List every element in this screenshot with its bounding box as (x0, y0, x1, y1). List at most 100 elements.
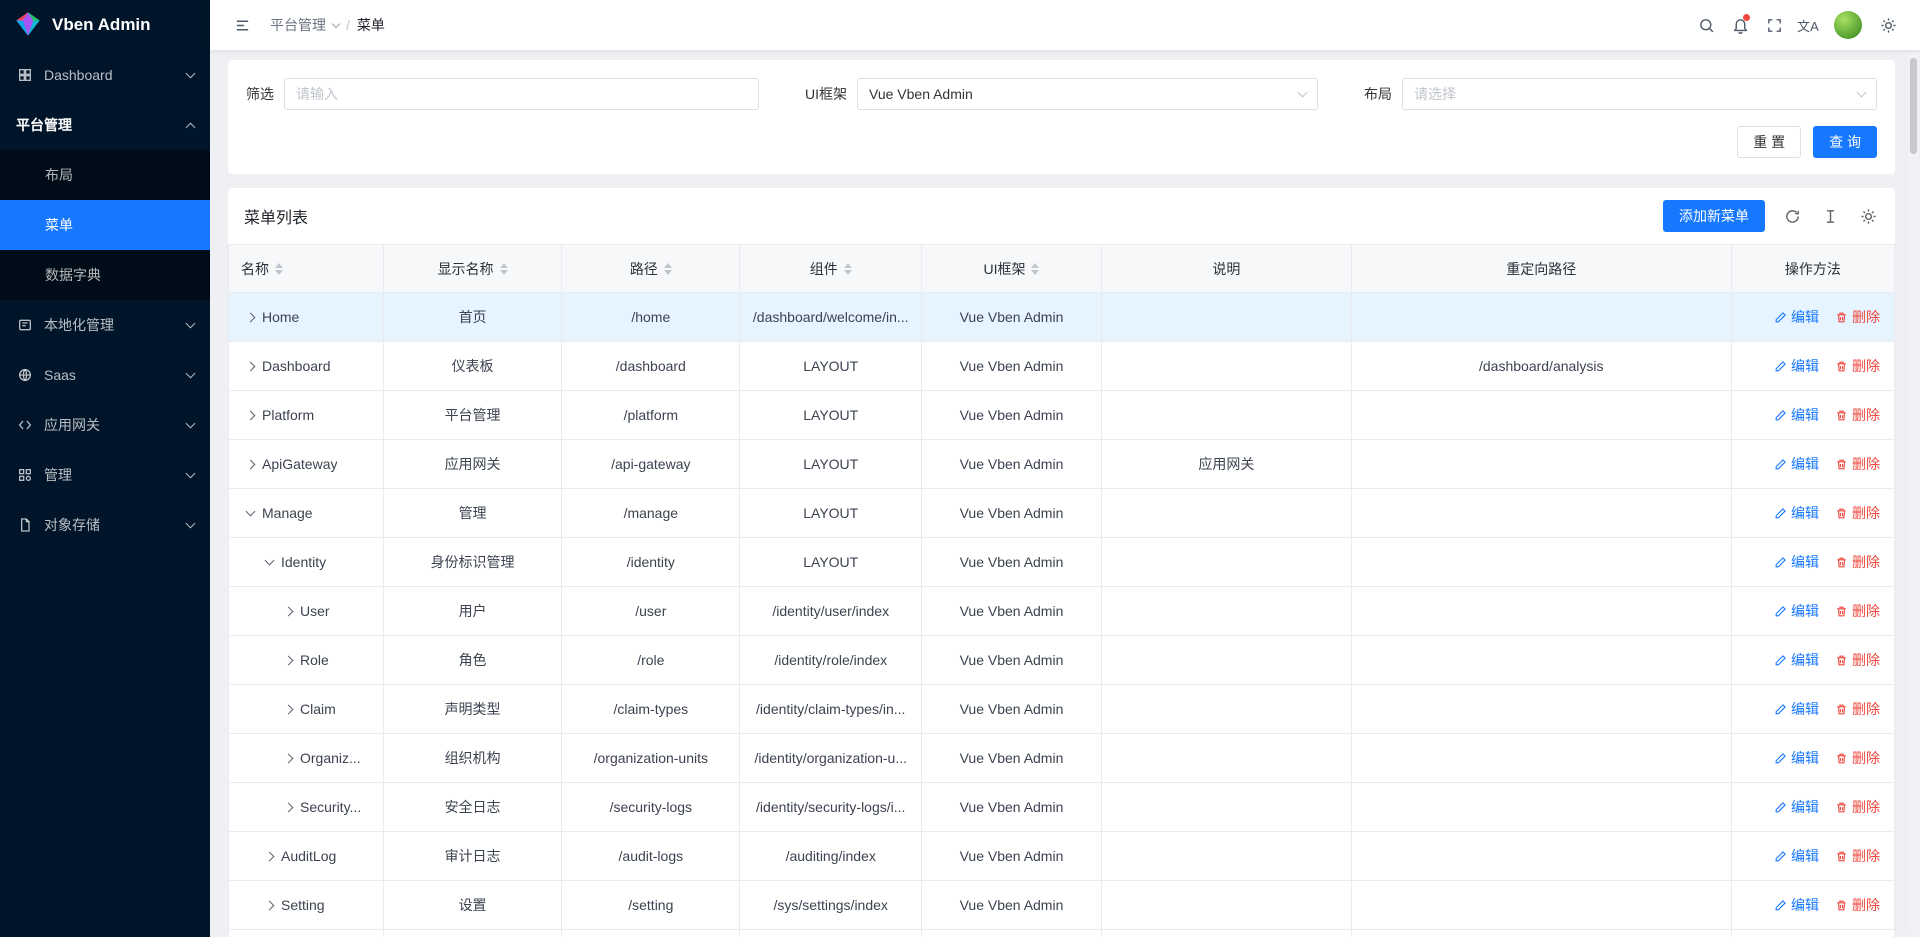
sidebar-item-localization[interactable]: 本地化管理 (0, 300, 210, 350)
table-row[interactable]: Manage管理/manageLAYOUTVue Vben Admin编辑删除 (229, 489, 1895, 538)
table-row[interactable]: Organiz...组织机构/organization-units/identi… (229, 734, 1895, 783)
delete-button[interactable]: 删除 (1835, 307, 1880, 327)
delete-button[interactable]: 删除 (1835, 454, 1880, 474)
expand-row-icon[interactable] (246, 410, 256, 420)
column-header-description: 说明 (1101, 245, 1351, 293)
table-row[interactable]: Claim声明类型/claim-types/identity/claim-typ… (229, 685, 1895, 734)
cell-redirect (1351, 881, 1731, 930)
delete-button[interactable]: 删除 (1835, 405, 1880, 425)
sort-icon[interactable] (664, 263, 672, 275)
edit-button[interactable]: 编辑 (1774, 503, 1819, 523)
expand-row-icon[interactable] (284, 802, 294, 812)
sidebar-item-layout[interactable]: 布局 (0, 150, 210, 200)
edit-button[interactable]: 编辑 (1774, 307, 1819, 327)
delete-button[interactable]: 删除 (1835, 797, 1880, 817)
table-row[interactable]: ApiGateway应用网关/api-gatewayLAYOUTVue Vben… (229, 440, 1895, 489)
expand-row-icon[interactable] (284, 606, 294, 616)
sidebar-item-app-gateway[interactable]: 应用网关 (0, 400, 210, 450)
table-row[interactable]: Home首页/home/dashboard/welcome/in...Vue V… (229, 293, 1895, 342)
notification-bell-icon[interactable] (1726, 11, 1754, 39)
expand-row-icon[interactable] (246, 361, 256, 371)
table-row[interactable]: Platform平台管理/platformLAYOUTVue Vben Admi… (229, 391, 1895, 440)
column-header-actions: 操作方法 (1731, 245, 1894, 293)
edit-button[interactable]: 编辑 (1774, 699, 1819, 719)
delete-button[interactable]: 删除 (1835, 356, 1880, 376)
filter-name-input[interactable] (284, 78, 759, 110)
query-button[interactable]: 查 询 (1813, 126, 1877, 158)
sort-icon[interactable] (1031, 263, 1039, 275)
cell-redirect (1351, 783, 1731, 832)
cell-ui-framework: Vue Vben Admin (922, 587, 1102, 636)
sidebar-item-manage[interactable]: 管理 (0, 450, 210, 500)
sort-icon[interactable] (275, 263, 283, 275)
sidebar-collapse-icon[interactable] (228, 11, 256, 39)
layout-select[interactable]: 请选择 (1402, 78, 1877, 110)
delete-button[interactable]: 删除 (1835, 601, 1880, 621)
scrollbar-thumb[interactable] (1910, 58, 1917, 154)
edit-button[interactable]: 编辑 (1774, 405, 1819, 425)
column-header-component[interactable]: 组件 (740, 245, 922, 293)
table-row[interactable]: Security...安全日志/security-logs/identity/s… (229, 783, 1895, 832)
expand-row-icon[interactable] (265, 900, 275, 910)
expand-row-icon[interactable] (284, 753, 294, 763)
reset-button[interactable]: 重 置 (1737, 126, 1801, 158)
table-row[interactable]: Dashboard仪表板/dashboardLAYOUTVue Vben Adm… (229, 342, 1895, 391)
edit-button[interactable]: 编辑 (1774, 356, 1819, 376)
sidebar-item-saas[interactable]: Saas (0, 350, 210, 400)
refresh-icon[interactable] (1781, 205, 1803, 227)
sort-icon[interactable] (844, 263, 852, 275)
delete-button[interactable]: 删除 (1835, 699, 1880, 719)
sidebar-item-object-storage[interactable]: 对象存储 (0, 500, 210, 550)
delete-button[interactable]: 删除 (1835, 895, 1880, 915)
edit-button[interactable]: 编辑 (1774, 552, 1819, 572)
cell-redirect (1351, 440, 1731, 489)
avatar[interactable] (1834, 11, 1862, 39)
sidebar-item-platform[interactable]: 平台管理 (0, 100, 210, 150)
collapse-row-icon[interactable] (246, 507, 256, 517)
edit-button[interactable]: 编辑 (1774, 846, 1819, 866)
fullscreen-icon[interactable] (1760, 11, 1788, 39)
expand-row-icon[interactable] (284, 704, 294, 714)
sidebar-item-menu[interactable]: 菜单 (0, 200, 210, 250)
edit-button[interactable]: 编辑 (1774, 650, 1819, 670)
edit-button[interactable]: 编辑 (1774, 748, 1819, 768)
vertical-scrollbar[interactable] (1909, 52, 1918, 935)
ui-framework-select[interactable]: Vue Vben Admin (857, 78, 1318, 110)
row-height-icon[interactable] (1819, 205, 1841, 227)
delete-button[interactable]: 删除 (1835, 650, 1880, 670)
column-header-display-name[interactable]: 显示名称 (383, 245, 561, 293)
expand-row-icon[interactable] (246, 459, 256, 469)
breadcrumb-platform[interactable]: 平台管理 (270, 15, 326, 35)
table-row[interactable]: Setting设置/setting/sys/settings/indexVue … (229, 881, 1895, 930)
settings-gear-icon[interactable] (1874, 11, 1902, 39)
menu-list-panel: 菜单列表 添加新菜单 (228, 188, 1895, 937)
delete-button[interactable]: 删除 (1835, 846, 1880, 866)
table-row[interactable]: Role角色/role/identity/role/indexVue Vben … (229, 636, 1895, 685)
add-menu-button[interactable]: 添加新菜单 (1663, 200, 1765, 232)
column-header-name[interactable]: 名称 (229, 245, 384, 293)
expand-row-icon[interactable] (265, 851, 275, 861)
collapse-row-icon[interactable] (265, 556, 275, 566)
table-row[interactable]: Identity身份标识管理/identityLAYOUTVue Vben Ad… (229, 538, 1895, 587)
edit-button[interactable]: 编辑 (1774, 895, 1819, 915)
edit-button[interactable]: 编辑 (1774, 454, 1819, 474)
sort-icon[interactable] (500, 263, 508, 275)
column-header-path[interactable]: 路径 (562, 245, 740, 293)
delete-button[interactable]: 删除 (1835, 552, 1880, 572)
logo[interactable]: Vben Admin (0, 0, 210, 50)
sidebar-item-dashboard[interactable]: Dashboard (0, 50, 210, 100)
column-header-ui-framework[interactable]: UI框架 (922, 245, 1102, 293)
delete-button[interactable]: 删除 (1835, 748, 1880, 768)
column-settings-icon[interactable] (1857, 205, 1879, 227)
delete-button[interactable]: 删除 (1835, 503, 1880, 523)
table-row[interactable]: AuditLog审计日志/audit-logs/auditing/indexVu… (229, 832, 1895, 881)
table-row[interactable]: User用户/user/identity/user/indexVue Vben … (229, 587, 1895, 636)
edit-button[interactable]: 编辑 (1774, 797, 1819, 817)
expand-row-icon[interactable] (284, 655, 294, 665)
expand-row-icon[interactable] (246, 312, 256, 322)
sidebar-item-dictionary[interactable]: 数据字典 (0, 250, 210, 300)
search-icon[interactable] (1692, 11, 1720, 39)
edit-button[interactable]: 编辑 (1774, 601, 1819, 621)
cell-actions: 编辑删除 (1731, 342, 1894, 391)
translate-icon[interactable]: 文A (1794, 11, 1822, 39)
